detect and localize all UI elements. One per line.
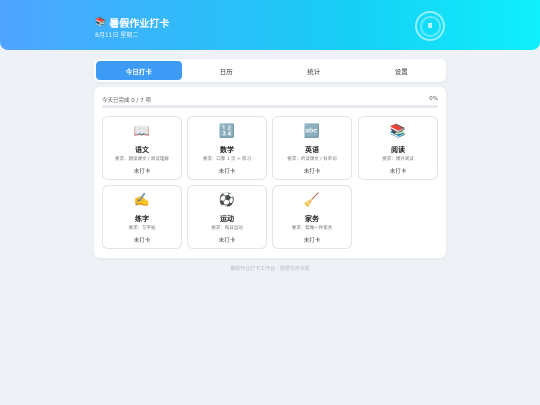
task-name: 练字 — [135, 215, 149, 223]
tab-calendar[interactable]: 日历 — [184, 61, 270, 80]
checkin-panel: 今天已完成 0 / 7 项 0% 📖 语文 要求：朗读课文 / 阅读理解 未打卡… — [94, 87, 446, 258]
task-requirement: 要求：朗读课文 / 阅读理解 — [115, 157, 169, 162]
writing-hand-icon: ✍️ — [133, 193, 151, 208]
tab-label: 统计 — [307, 67, 321, 76]
open-book-icon: 📖 — [133, 124, 151, 139]
task-requirement: 要求：每日运动 — [211, 226, 243, 231]
task-status: 未打卡 — [303, 169, 321, 175]
task-name: 语文 — [135, 146, 149, 154]
task-card-chinese[interactable]: 📖 语文 要求：朗读课文 / 阅读理解 未打卡 — [102, 116, 182, 180]
app-header: 📚 暑假作业打卡 8月11日 星期二 8 — [0, 0, 540, 50]
current-date: 8月11日 星期二 — [95, 32, 139, 39]
task-name: 数学 — [220, 146, 234, 154]
progress-bar — [102, 105, 438, 108]
tab-today-checkin[interactable]: 今日打卡 — [96, 61, 182, 80]
app-title: 暑假作业打卡 — [109, 19, 170, 30]
task-requirement: 要求：口算 1 页 + 练习 — [202, 157, 252, 162]
tab-label: 日历 — [219, 67, 233, 76]
task-requirement: 要求：帮做一件家务 — [291, 226, 333, 231]
soccer-ball-icon: ⚽ — [218, 193, 236, 208]
task-card-english[interactable]: 🔤 英语 要求：听读课文 / 背单词 未打卡 — [272, 116, 352, 180]
task-status: 未打卡 — [133, 169, 151, 175]
progress-ring-inner: 8 — [419, 15, 441, 37]
task-card-exercise[interactable]: ⚽ 运动 要求：每日运动 未打卡 — [187, 185, 267, 249]
task-requirement: 要求：写字帖 — [128, 226, 156, 231]
broom-icon: 🧹 — [303, 193, 321, 208]
app-title-row: 📚 暑假作业打卡 — [95, 15, 170, 31]
tab-label: 今日打卡 — [125, 67, 152, 76]
task-name: 运动 — [220, 215, 234, 223]
task-card-math[interactable]: 🔢 数学 要求：口算 1 页 + 练习 未打卡 — [187, 116, 267, 180]
task-status: 未打卡 — [218, 169, 236, 175]
task-card-handwriting[interactable]: ✍️ 练字 要求：写字帖 未打卡 — [102, 185, 182, 249]
books-icon: 📚 — [95, 17, 107, 28]
progress-label: 今天已完成 0 / 7 项 — [102, 98, 151, 104]
tab-label: 设置 — [394, 67, 408, 76]
task-requirement: 要求：课外阅读 — [382, 157, 414, 162]
task-status: 未打卡 — [218, 238, 236, 244]
numbers-icon: 🔢 — [218, 124, 236, 139]
tab-bar: 今日打卡 日历 统计 设置 — [94, 59, 446, 82]
task-name: 英语 — [305, 146, 319, 154]
tab-statistics[interactable]: 统计 — [271, 61, 357, 80]
abc-icon: 🔤 — [303, 124, 321, 139]
task-name: 阅读 — [391, 146, 405, 154]
task-card-chores[interactable]: 🧹 家务 要求：帮做一件家务 未打卡 — [272, 185, 352, 249]
books-icon: 📚 — [389, 124, 407, 139]
task-requirement: 要求：听读课文 / 背单词 — [287, 157, 337, 162]
task-name: 家务 — [305, 215, 319, 223]
task-status: 未打卡 — [133, 238, 151, 244]
task-status: 未打卡 — [389, 169, 407, 175]
progress-percent: 0% — [429, 96, 438, 102]
progress-ring-label: 8 — [427, 22, 433, 30]
task-status: 未打卡 — [303, 238, 321, 244]
tab-settings[interactable]: 设置 — [359, 61, 445, 80]
footer-note: 暑假作业打卡工作台 · 数据仅存本机 — [230, 266, 310, 272]
progress-ring: 8 — [415, 11, 445, 41]
task-card-reading[interactable]: 📚 阅读 要求：课外阅读 未打卡 — [358, 116, 438, 180]
